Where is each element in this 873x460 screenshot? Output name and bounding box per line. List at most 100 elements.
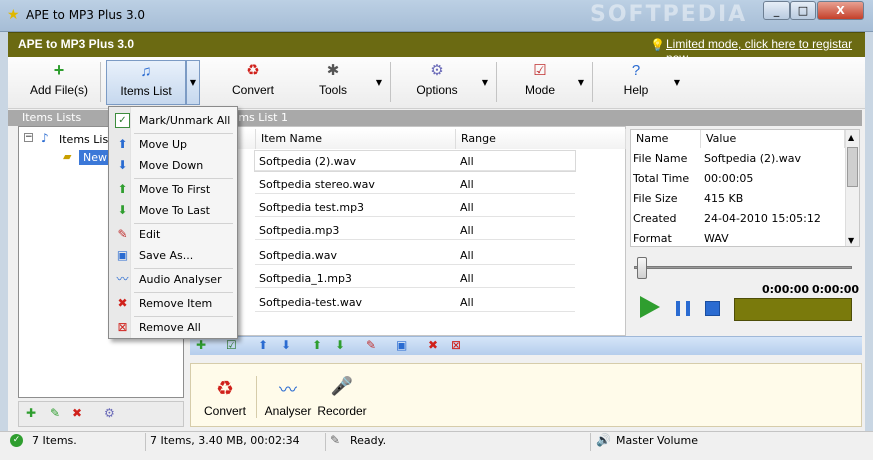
convert-label: Convert (231, 83, 275, 97)
move-up-icon[interactable]: ⬆ (258, 338, 268, 352)
seek-track[interactable] (634, 266, 852, 269)
prop-value: 24-04-2010 15:05:12 (704, 212, 821, 225)
menu-item-save-as[interactable]: ▣ Save As... (110, 246, 236, 266)
tree-item-new[interactable]: New (79, 150, 111, 165)
item-name: Softpedia (2).wav (259, 155, 357, 168)
save-icon: ▣ (116, 248, 129, 262)
seek-slider[interactable] (637, 257, 647, 279)
tree-collapse-toggle[interactable]: − (24, 133, 33, 142)
chevron-down-icon: ▼ (481, 78, 489, 87)
table-row[interactable]: Softpedia-test.wav All (255, 292, 575, 312)
menu-item-move-down[interactable]: ⬇ Move Down (110, 156, 236, 176)
chevron-down-icon: ▼ (189, 78, 197, 87)
move-to-last-icon[interactable]: ⬇ (335, 338, 345, 352)
prop-column-name[interactable]: Name (631, 130, 701, 148)
prop-name: Format (633, 232, 672, 245)
remove-all-icon[interactable]: ⊠ (451, 338, 461, 352)
delete-list-icon[interactable]: ✖ (72, 406, 82, 420)
prop-column-value[interactable]: Value (701, 130, 845, 148)
edit-icon[interactable]: ✎ (366, 338, 376, 352)
analyser-button[interactable]: Analyser (262, 404, 314, 418)
items-list-button[interactable]: ♫ Items List (106, 60, 186, 105)
menu-item-edit[interactable]: ✎ Edit (110, 225, 236, 245)
add-files-button[interactable]: + Add File(s) (24, 60, 94, 105)
menu-separator (134, 292, 233, 293)
maximize-button[interactable]: □ (790, 1, 816, 20)
prop-value: 415 KB (704, 192, 744, 205)
menu-item-move-up[interactable]: ⬆ Move Up (110, 135, 236, 155)
toolbar-separator (100, 62, 101, 102)
tools-dropdown[interactable]: ▼ (372, 60, 386, 105)
items-list-dropdown[interactable]: ▼ (186, 60, 200, 105)
close-button[interactable]: X (817, 1, 864, 20)
menu-item-move-to-last[interactable]: ⬇ Move To Last (110, 201, 236, 221)
minimize-button[interactable]: _ (763, 1, 790, 20)
wand-icon: ✱ (326, 62, 340, 79)
move-down-icon[interactable]: ⬇ (281, 338, 291, 352)
tree-root[interactable]: Items List (59, 133, 113, 146)
analyser-icon: 〰 (279, 380, 297, 400)
toolbar-separator (390, 62, 391, 102)
move-to-first-icon[interactable]: ⬆ (312, 338, 322, 352)
menu-item-remove-all[interactable]: ⊠ Remove All (110, 318, 236, 338)
add-list-icon[interactable]: ✚ (26, 406, 36, 420)
status-volume[interactable]: Master Volume (616, 434, 698, 447)
items-list-header: Items List 1 (188, 110, 862, 126)
help-dropdown[interactable]: ▼ (670, 60, 684, 105)
scroll-up-icon[interactable]: ▲ (848, 133, 854, 142)
prop-value: 00:00:05 (704, 172, 754, 185)
pencil-icon: ✎ (117, 227, 128, 241)
table-row[interactable]: Softpedia_1.mp3 All (255, 268, 575, 288)
item-name: Softpedia stereo.wav (259, 178, 375, 191)
mode-dropdown[interactable]: ▼ (574, 60, 588, 105)
stop-icon[interactable] (705, 301, 720, 316)
menu-item-move-to-first[interactable]: ⬆ Move To First (110, 180, 236, 200)
music-note-icon: ♫ (140, 63, 152, 80)
help-button[interactable]: ? Help (606, 60, 666, 105)
waveform-icon: 〰 (116, 272, 129, 286)
speaker-icon[interactable]: 🔊 (596, 433, 611, 447)
list-settings-icon[interactable]: ⚙ (104, 406, 115, 420)
mark-icon[interactable]: ☑ (226, 338, 237, 352)
prop-value: WAV (704, 232, 729, 245)
menu-item-audio-analyser[interactable]: 〰 Audio Analyser (110, 270, 236, 290)
table-row[interactable]: Softpedia.wav All (255, 245, 575, 265)
column-range[interactable]: Range (456, 129, 626, 149)
item-range: All (460, 201, 474, 214)
total-time: 0:00:00 (812, 283, 860, 296)
options-dropdown[interactable]: ▼ (478, 60, 492, 105)
item-name: Softpedia.mp3 (259, 224, 340, 237)
item-range: All (460, 155, 474, 168)
tools-label: Tools (318, 83, 347, 97)
scroll-thumb[interactable] (847, 147, 858, 187)
convert-button[interactable]: ♻ Convert (218, 60, 288, 105)
prop-name: File Name (633, 152, 688, 165)
remove-item-icon[interactable]: ✖ (428, 338, 438, 352)
menu-item-remove-item[interactable]: ✖ Remove Item (110, 294, 236, 314)
tool-separator (256, 376, 257, 418)
item-range: All (460, 272, 474, 285)
tools-button[interactable]: ✱ Tools (300, 60, 366, 105)
bottom-convert-button[interactable]: Convert (200, 404, 250, 418)
add-item-icon[interactable]: ✚ (196, 338, 206, 352)
recorder-button[interactable]: Recorder (316, 404, 368, 418)
table-row[interactable]: Softpedia (2).wav All (254, 150, 576, 172)
menu-item-mark-unmark-all[interactable]: ✓ Mark/Unmark All (110, 111, 236, 131)
status-summary: 7 Items, 3.40 MB, 00:02:34 (150, 434, 300, 447)
scroll-down-icon[interactable]: ▼ (848, 236, 854, 245)
edit-list-icon[interactable]: ✎ (50, 406, 60, 420)
item-name: Softpedia test.mp3 (259, 201, 365, 214)
table-row[interactable]: Softpedia test.mp3 All (255, 197, 575, 217)
play-icon[interactable] (640, 296, 660, 318)
table-row[interactable]: Softpedia.mp3 All (255, 220, 575, 240)
mode-button[interactable]: ☑ Mode (508, 60, 572, 105)
help-icon: ? (631, 62, 641, 79)
prop-value: Softpedia (2).wav (704, 152, 802, 165)
options-button[interactable]: ⚙ Options (402, 60, 472, 105)
column-item-name[interactable]: Item Name (256, 129, 456, 149)
table-row[interactable]: Softpedia stereo.wav All (255, 174, 575, 194)
remove-all-icon: ⊠ (117, 320, 128, 334)
pause-icon[interactable] (676, 301, 690, 316)
edit-status-icon: ✎ (330, 433, 341, 447)
save-icon[interactable]: ▣ (396, 338, 407, 352)
